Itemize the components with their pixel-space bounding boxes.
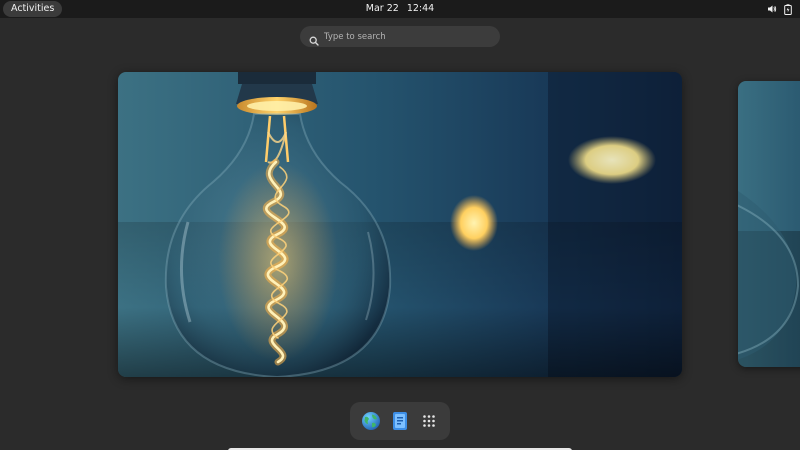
dash-item-files[interactable] [388, 409, 412, 433]
battery-icon[interactable] [784, 3, 792, 15]
dash [350, 402, 450, 440]
show-applications-button[interactable] [417, 409, 441, 433]
clock-time[interactable]: 12:44 [407, 3, 434, 14]
workspace-thumbnail-next[interactable] [738, 81, 800, 367]
volume-icon[interactable] [767, 4, 777, 14]
desktop-overview: Activities Mar 22 12:44 [0, 0, 800, 450]
globe-icon [361, 412, 380, 430]
dash-item-web-browser[interactable] [359, 409, 383, 433]
activities-button[interactable]: Activities [3, 1, 63, 17]
search-bar[interactable] [300, 26, 500, 47]
clock[interactable]: Mar 22 12:44 [0, 0, 800, 18]
top-bar: Activities Mar 22 12:44 [0, 0, 800, 18]
system-tray[interactable] [767, 0, 792, 18]
search-icon [309, 31, 319, 50]
workspace-thumbnail-current[interactable] [118, 72, 682, 377]
wallpaper-lightbulb [118, 72, 682, 377]
app-grid-icon [423, 415, 436, 427]
search-input[interactable] [324, 26, 494, 47]
wallpaper-lightbulb-preview [738, 81, 800, 367]
file-manager-icon [392, 412, 407, 430]
clock-date[interactable]: Mar 22 [366, 3, 399, 14]
